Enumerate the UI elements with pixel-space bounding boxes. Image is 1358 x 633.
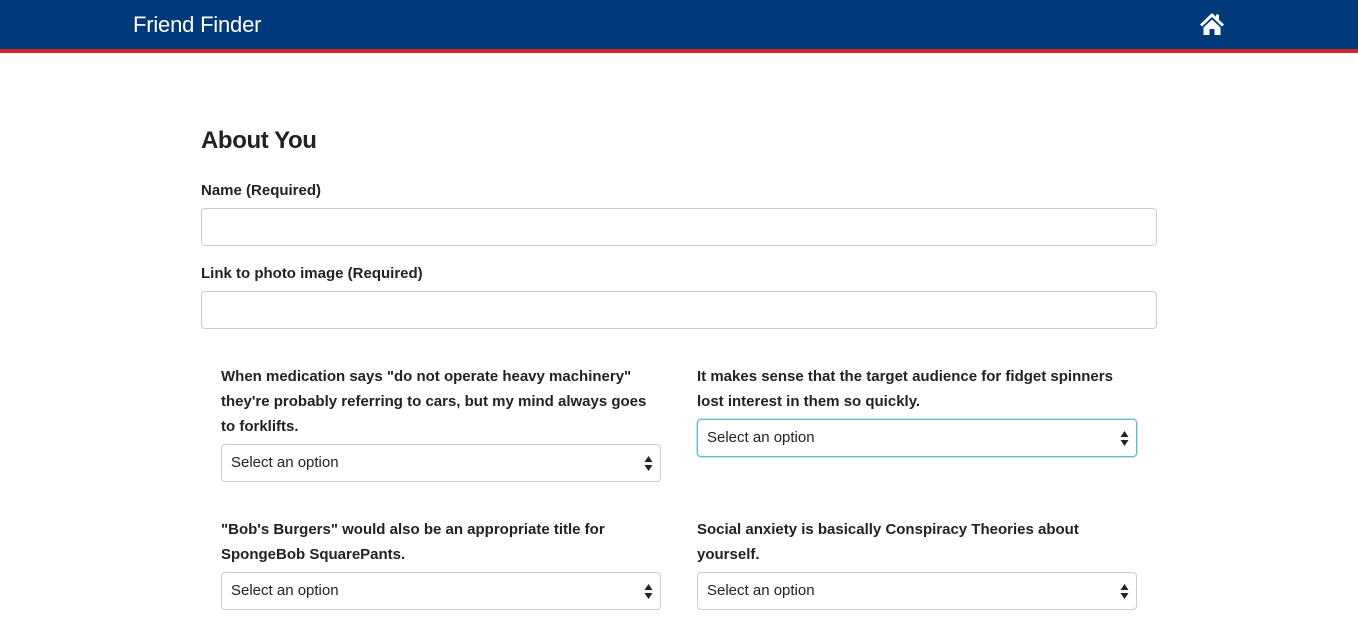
question-1-select[interactable]: Select an option — [221, 444, 661, 482]
question-2-select[interactable]: Select an option — [697, 419, 1137, 457]
question-4: Social anxiety is basically Conspiracy T… — [697, 517, 1137, 610]
question-4-select-value: Select an option — [707, 582, 815, 599]
select-arrows-icon — [644, 456, 653, 471]
section-title: About You — [201, 127, 317, 154]
question-2-text: It makes sense that the target audience … — [697, 368, 1113, 410]
brand-link[interactable]: Friend Finder — [133, 11, 261, 39]
name-label: Name (Required) — [201, 182, 322, 199]
question-3-select-value: Select an option — [231, 582, 339, 599]
question-1-text: When medication says "do not operate hea… — [221, 368, 647, 435]
question-1-select-value: Select an option — [231, 454, 339, 471]
question-2: It makes sense that the target audience … — [697, 364, 1137, 457]
name-input[interactable] — [201, 208, 1157, 246]
question-1: When medication says "do not operate hea… — [221, 364, 661, 482]
question-3: "Bob's Burgers" would also be an appropr… — [221, 517, 661, 610]
select-arrows-icon — [644, 584, 653, 599]
select-arrows-icon — [1120, 584, 1129, 599]
navbar: Friend Finder — [0, 0, 1358, 53]
question-4-text: Social anxiety is basically Conspiracy T… — [697, 521, 1079, 563]
question-2-select-value: Select an option — [707, 429, 815, 446]
question-4-select[interactable]: Select an option — [697, 572, 1137, 610]
photo-link-label: Link to photo image (Required) — [201, 265, 423, 282]
select-arrows-icon — [1120, 431, 1129, 446]
home-icon[interactable] — [1199, 12, 1225, 36]
question-3-select[interactable]: Select an option — [221, 572, 661, 610]
question-3-text: "Bob's Burgers" would also be an appropr… — [221, 521, 605, 563]
photo-link-input[interactable] — [201, 291, 1157, 329]
